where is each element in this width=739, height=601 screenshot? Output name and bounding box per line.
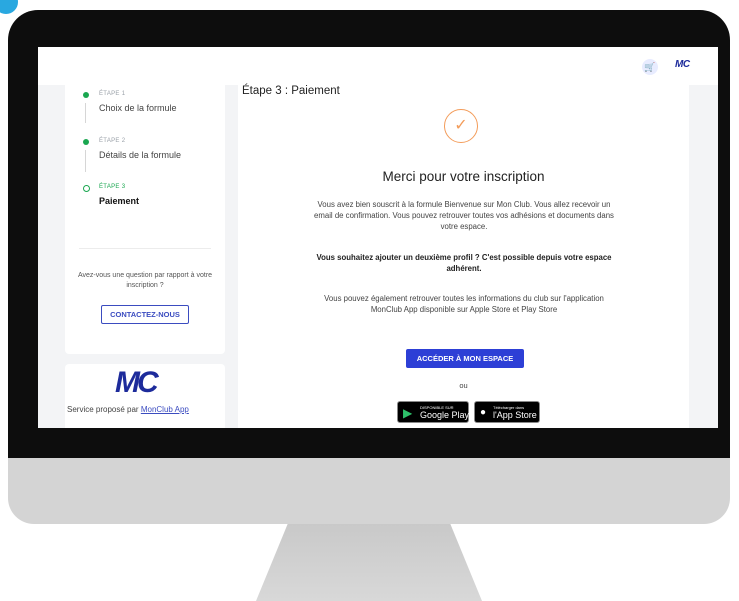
- service-card: MC Service proposé par MonClub App: [65, 364, 225, 428]
- thanks-heading: Merci pour votre inscription: [382, 169, 545, 184]
- question-text: Avez-vous une question par rapport à vot…: [77, 272, 213, 289]
- badge-big-text: Google Play: [420, 410, 470, 420]
- step-kicker: ÉTAPE 3: [99, 184, 126, 190]
- google-play-badge[interactable]: ▶ DISPONIBLE SUR Google Play: [397, 401, 469, 423]
- second-profile-text: Vous souhaitez ajouter un deuxième profi…: [316, 253, 612, 273]
- confirmation-text: Vous avez bien souscrit à la formule Bie…: [314, 200, 614, 231]
- app-store-badge[interactable]: ● Télécharger dans l'App Store: [474, 401, 540, 423]
- step-title: Détails de la formule: [99, 150, 182, 160]
- page-title: Étape 3 : Paiement: [242, 85, 340, 97]
- service-text: Service proposé par MonClub App: [67, 404, 223, 415]
- step-connector: [85, 150, 86, 172]
- step-kicker: ÉTAPE 2: [99, 138, 126, 144]
- step-complete-icon: [83, 139, 89, 145]
- header-logo[interactable]: MC: [675, 59, 690, 70]
- badge-big-text: l'App Store: [493, 410, 537, 420]
- service-prefix: Service proposé par: [67, 405, 141, 414]
- step-connector: [85, 103, 86, 123]
- cart-icon[interactable]: 🛒: [642, 59, 658, 75]
- app-info-text: Vous pouvez également retrouver toutes l…: [324, 294, 604, 314]
- step-title: Paiement: [99, 196, 140, 206]
- monclub-logo: MC: [115, 366, 159, 399]
- step-complete-icon: [83, 92, 89, 98]
- monitor-stand: [256, 524, 482, 601]
- monitor-chin: [8, 458, 730, 524]
- or-separator: ou: [459, 381, 468, 390]
- step-kicker: ÉTAPE 1: [99, 91, 126, 97]
- screen: 🛒 MC ÉTAPE 1 Choix de la formule ÉTAPE 2…: [38, 47, 718, 428]
- main-card: Étape 3 : Paiement ✓ Merci pour votre in…: [238, 85, 689, 428]
- step-title: Choix de la formule: [99, 103, 177, 113]
- step-current-icon: [83, 185, 90, 192]
- steps-card: ÉTAPE 1 Choix de la formule ÉTAPE 2 Déta…: [65, 85, 225, 354]
- divider: [79, 248, 211, 249]
- access-space-button[interactable]: ACCÉDER À MON ESPACE: [406, 349, 524, 368]
- apple-icon: ●: [480, 407, 487, 418]
- corner-accent-shape: [0, 0, 18, 14]
- play-store-icon: ▶: [403, 406, 413, 420]
- contact-button[interactable]: CONTACTEZ-NOUS: [101, 305, 189, 324]
- top-bar: 🛒 MC: [38, 47, 718, 85]
- check-icon: ✓: [444, 109, 478, 143]
- monclub-link[interactable]: MonClub App: [141, 405, 189, 414]
